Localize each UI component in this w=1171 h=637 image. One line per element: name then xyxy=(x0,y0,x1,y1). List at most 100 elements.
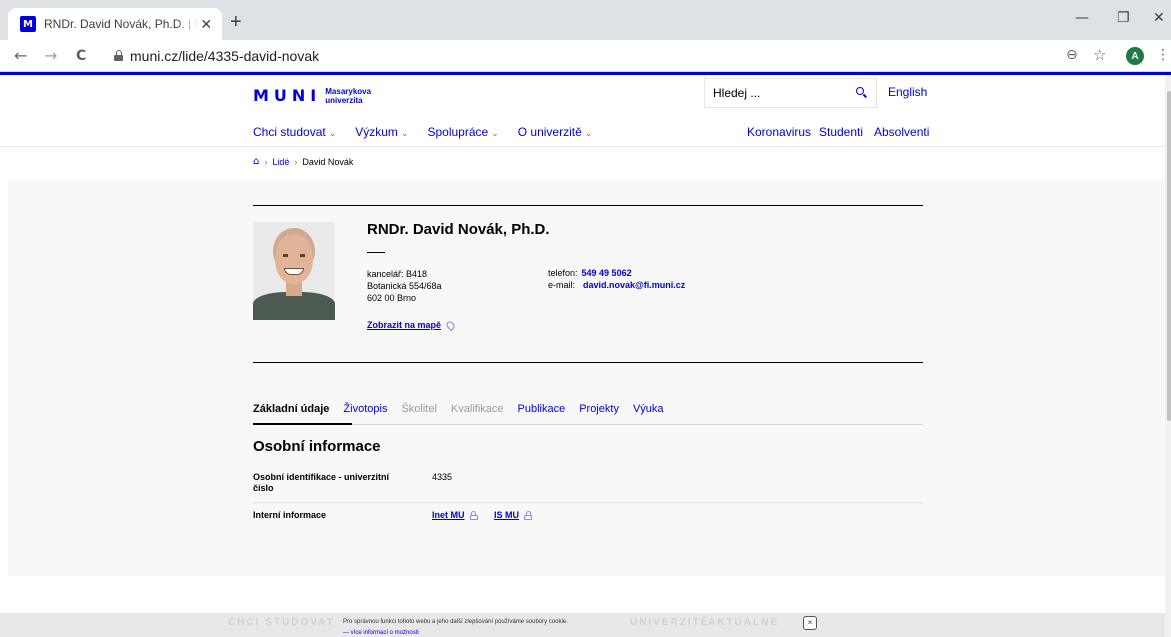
phone-label: telefon: xyxy=(548,268,578,278)
id-label: Osobní identifikace - univerzitní číslo xyxy=(253,472,390,493)
tab-zakladni-udaje[interactable]: Základní údaje xyxy=(253,403,329,415)
breadcrumb-separator: › xyxy=(294,156,298,167)
divider xyxy=(253,205,923,206)
phone-row: telefon: 549 49 5062 xyxy=(548,268,632,278)
internal-links: Inet MU IS MU xyxy=(432,510,533,520)
nav-label: O univerzitě xyxy=(517,125,582,139)
main-navigation: Chci studovat ⌄ Výzkum ⌄ Spolupráce ⌄ O uni… xyxy=(253,125,611,139)
tab-close-icon[interactable]: ✕ xyxy=(199,16,214,33)
new-tab-button[interactable]: + xyxy=(230,12,242,32)
cookie-message: Pro správnou funkci tohoto webu a jeho d… xyxy=(343,619,568,625)
search-icon[interactable] xyxy=(854,86,868,100)
search-input[interactable]: Hledej ... xyxy=(704,78,877,108)
city: 602 00 Brno xyxy=(367,293,417,303)
logo-line-1: Masarykova xyxy=(325,86,372,96)
office: kancelář: B418 xyxy=(367,269,428,279)
email-row: e-mail: david.novak@fi.muni.cz xyxy=(548,280,685,290)
inet-mu-link[interactable]: Inet MU xyxy=(432,510,465,520)
profile-section xyxy=(8,179,1165,576)
map-link-label: Zobrazit na mapě xyxy=(367,320,442,330)
chevron-down-icon: ⌄ xyxy=(491,128,499,138)
nav-item-spoluprace[interactable]: Spolupráce ⌄ xyxy=(427,125,498,139)
nav-item-absolventi[interactable]: Absolventi xyxy=(874,125,929,139)
zoom-icon[interactable]: ⊖ xyxy=(1066,47,1078,63)
nav-item-vyzkum[interactable]: Výzkum ⌄ xyxy=(355,125,408,139)
divider xyxy=(367,252,385,253)
lock-icon xyxy=(469,511,478,520)
home-icon[interactable]: ⌂ xyxy=(253,156,259,167)
footer-faded-text: CHCI STUDOVAT xyxy=(228,617,335,628)
phone-link[interactable]: 549 49 5062 xyxy=(582,268,632,278)
top-accent-line xyxy=(0,72,1171,75)
breadcrumb-lide[interactable]: Lidé xyxy=(272,157,289,167)
tab-skolitel[interactable]: Školitel xyxy=(401,403,436,415)
nav-label: Chci studovat xyxy=(253,125,326,139)
nav-label: Spolupráce xyxy=(427,125,489,139)
lock-icon[interactable] xyxy=(114,50,123,61)
tab-zivotopis[interactable]: Životopis xyxy=(343,403,387,415)
tabs-border xyxy=(253,424,923,425)
nav-item-chci-studovat[interactable]: Chci studovat ⌄ xyxy=(253,125,336,139)
tab-kvalifikace[interactable]: Kvalifikace xyxy=(451,403,504,415)
tab-publikace[interactable]: Publikace xyxy=(518,403,566,415)
internal-label: Interní informace xyxy=(253,510,327,520)
chevron-down-icon: ⌄ xyxy=(400,128,409,138)
breadcrumb-separator: › xyxy=(264,156,268,167)
browser-tab[interactable]: M RNDr. David Novák, Ph.D. | Masarykova … xyxy=(8,8,222,40)
web-page: MUNI Masarykova univerzita Hledej ... En… xyxy=(0,72,1171,637)
bookmark-star-icon[interactable]: ☆ xyxy=(1093,46,1106,64)
breadcrumb: ⌂ › Lidé › David Novák xyxy=(253,156,353,167)
minimize-button[interactable]: — xyxy=(1075,10,1089,26)
tab-title: RNDr. David Novák, Ph.D. | Masarykova un… xyxy=(44,17,199,31)
section-title: Osobní informace xyxy=(253,438,381,455)
active-tab-indicator xyxy=(253,423,352,425)
profile-tabs: Základní údaje Životopis Školitel Kvalif… xyxy=(253,403,678,415)
cookie-more-link[interactable]: — více informací o možnosti xyxy=(343,630,419,636)
cookie-bar: CHCI STUDOVAT UNIVERZITĚ AKTUALNE Pro sp… xyxy=(0,613,1165,637)
browser-menu-icon[interactable]: ⋮ xyxy=(1156,47,1170,63)
reload-button[interactable]: C xyxy=(76,48,86,64)
id-value: 4335 xyxy=(432,472,453,482)
profile-avatar[interactable]: A xyxy=(1126,47,1144,65)
address-bar[interactable]: muni.cz/lide/4335-david-novak xyxy=(130,48,319,64)
email-label: e-mail: xyxy=(548,280,576,290)
footer-faded-text: AKTUALNE xyxy=(708,617,779,628)
forward-button[interactable]: → xyxy=(44,46,57,65)
divider xyxy=(0,146,1165,147)
show-on-map-link[interactable]: Zobrazit na mapě xyxy=(367,319,457,331)
lock-icon xyxy=(524,511,533,520)
back-button[interactable]: ← xyxy=(14,46,27,65)
footer-faded-text: UNIVERZITĚ xyxy=(630,617,710,628)
scrollbar[interactable] xyxy=(1165,75,1171,637)
logo-mark: MUNI xyxy=(253,86,322,105)
street: Botanická 554/68a xyxy=(367,281,442,291)
browser-toolbar: ← → C muni.cz/lide/4335-david-novak ⊖ ☆ … xyxy=(0,40,1171,72)
browser-tab-strip: M RNDr. David Novák, Ph.D. | Masarykova … xyxy=(0,0,1171,40)
language-switch-link[interactable]: English xyxy=(888,85,927,99)
tab-projekty[interactable]: Projekty xyxy=(579,403,619,415)
scrollbar-thumb[interactable] xyxy=(1167,91,1171,421)
chevron-down-icon: ⌄ xyxy=(584,128,593,138)
nav-item-o-univerzite[interactable]: O univerzitě ⌄ xyxy=(518,125,593,139)
address: kancelář: B418 Botanická 554/68a 602 00 … xyxy=(367,268,442,304)
profile-photo xyxy=(253,222,335,320)
nav-label: Výzkum xyxy=(355,125,398,139)
restore-button[interactable]: ❐ xyxy=(1117,10,1130,26)
logo-text: Masarykova univerzita xyxy=(325,87,371,105)
muni-logo[interactable]: MUNI Masarykova univerzita xyxy=(253,86,371,105)
window-close-button[interactable]: ✕ xyxy=(1153,10,1165,26)
cookie-close-button[interactable]: × xyxy=(803,616,817,630)
email-link[interactable]: david.novak@fi.muni.cz xyxy=(583,280,685,290)
muni-favicon-icon: M xyxy=(20,16,36,32)
row-divider xyxy=(253,502,923,503)
chevron-down-icon: ⌄ xyxy=(328,128,337,138)
breadcrumb-current: David Novák xyxy=(302,156,354,167)
nav-item-koronavirus[interactable]: Koronavirus xyxy=(747,125,811,139)
tab-vyuka[interactable]: Výuka xyxy=(633,403,664,415)
logo-line-2: univerzita xyxy=(325,95,363,105)
is-mu-link[interactable]: IS MU xyxy=(494,510,519,520)
nav-item-studenti[interactable]: Studenti xyxy=(819,125,863,139)
divider xyxy=(253,362,923,363)
search-placeholder: Hledej ... xyxy=(713,86,761,100)
person-name: RNDr. David Novák, Ph.D. xyxy=(367,221,550,238)
